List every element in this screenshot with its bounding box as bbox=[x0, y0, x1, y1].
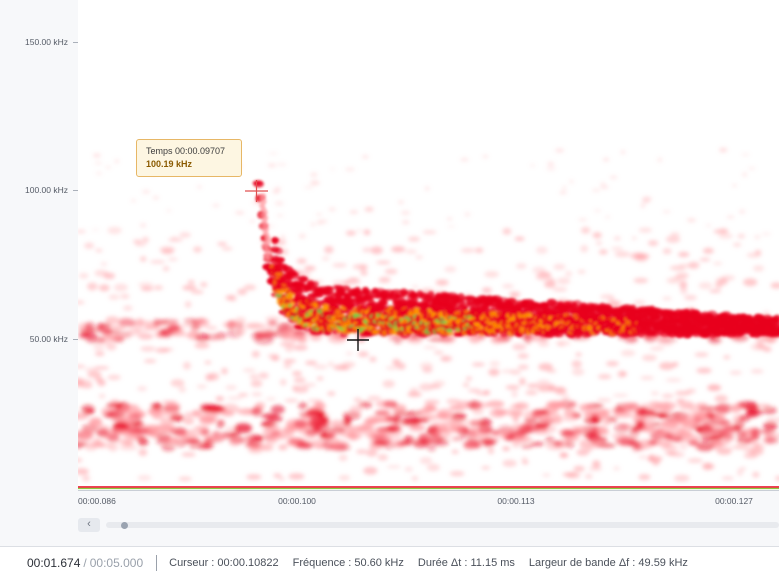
axis-corner bbox=[0, 490, 78, 546]
y-label-50: 50.00 kHz bbox=[29, 334, 68, 344]
frequency-axis: 150.00 kHz 100.00 kHz 50.00 kHz bbox=[0, 0, 79, 490]
frequency-readout: Fréquence : 50.60 kHz bbox=[292, 557, 404, 569]
scroll-track[interactable] bbox=[106, 521, 779, 529]
cursor-readout: Curseur : 00:00.10822 bbox=[169, 557, 279, 569]
tooltip-time: Temps 00:00.09707 bbox=[146, 146, 226, 156]
current-time: 00:01.674 bbox=[27, 556, 81, 570]
scroll-left-button[interactable]: ‹ bbox=[78, 518, 100, 532]
x-label: 00:00.100 bbox=[278, 496, 316, 506]
time-separator: / bbox=[83, 556, 87, 570]
bandwidth-readout: Largeur de bande Δf : 49.59 kHz bbox=[528, 557, 688, 569]
x-label: 00:00.086 bbox=[78, 496, 116, 506]
spectrogram-canvas[interactable] bbox=[78, 0, 779, 490]
scroll-thumb[interactable] bbox=[121, 521, 128, 529]
tooltip-frequency: 100.19 kHz bbox=[146, 159, 193, 169]
y-label-150: 150.00 kHz bbox=[25, 37, 68, 47]
spectrogram-image bbox=[78, 147, 779, 490]
status-divider bbox=[156, 555, 158, 571]
time-axis: 00:00.086 00:00.100 00:00.113 00:00.127 bbox=[78, 490, 779, 515]
total-time: 00:05.000 bbox=[89, 556, 144, 570]
status-bar: 00:01.674 / 00:05.000 Curseur : 00:00.10… bbox=[0, 546, 779, 579]
marker-tooltip: Temps 00:00.09707 100.19 kHz bbox=[136, 139, 242, 177]
duration-readout: Durée Δt : 11.15 ms bbox=[417, 557, 515, 569]
x-label: 00:00.113 bbox=[497, 496, 535, 506]
y-label-100: 100.00 kHz bbox=[25, 185, 68, 195]
timeline-scroll-row: ‹ bbox=[78, 514, 779, 546]
x-label: 00:00.127 bbox=[715, 496, 753, 506]
